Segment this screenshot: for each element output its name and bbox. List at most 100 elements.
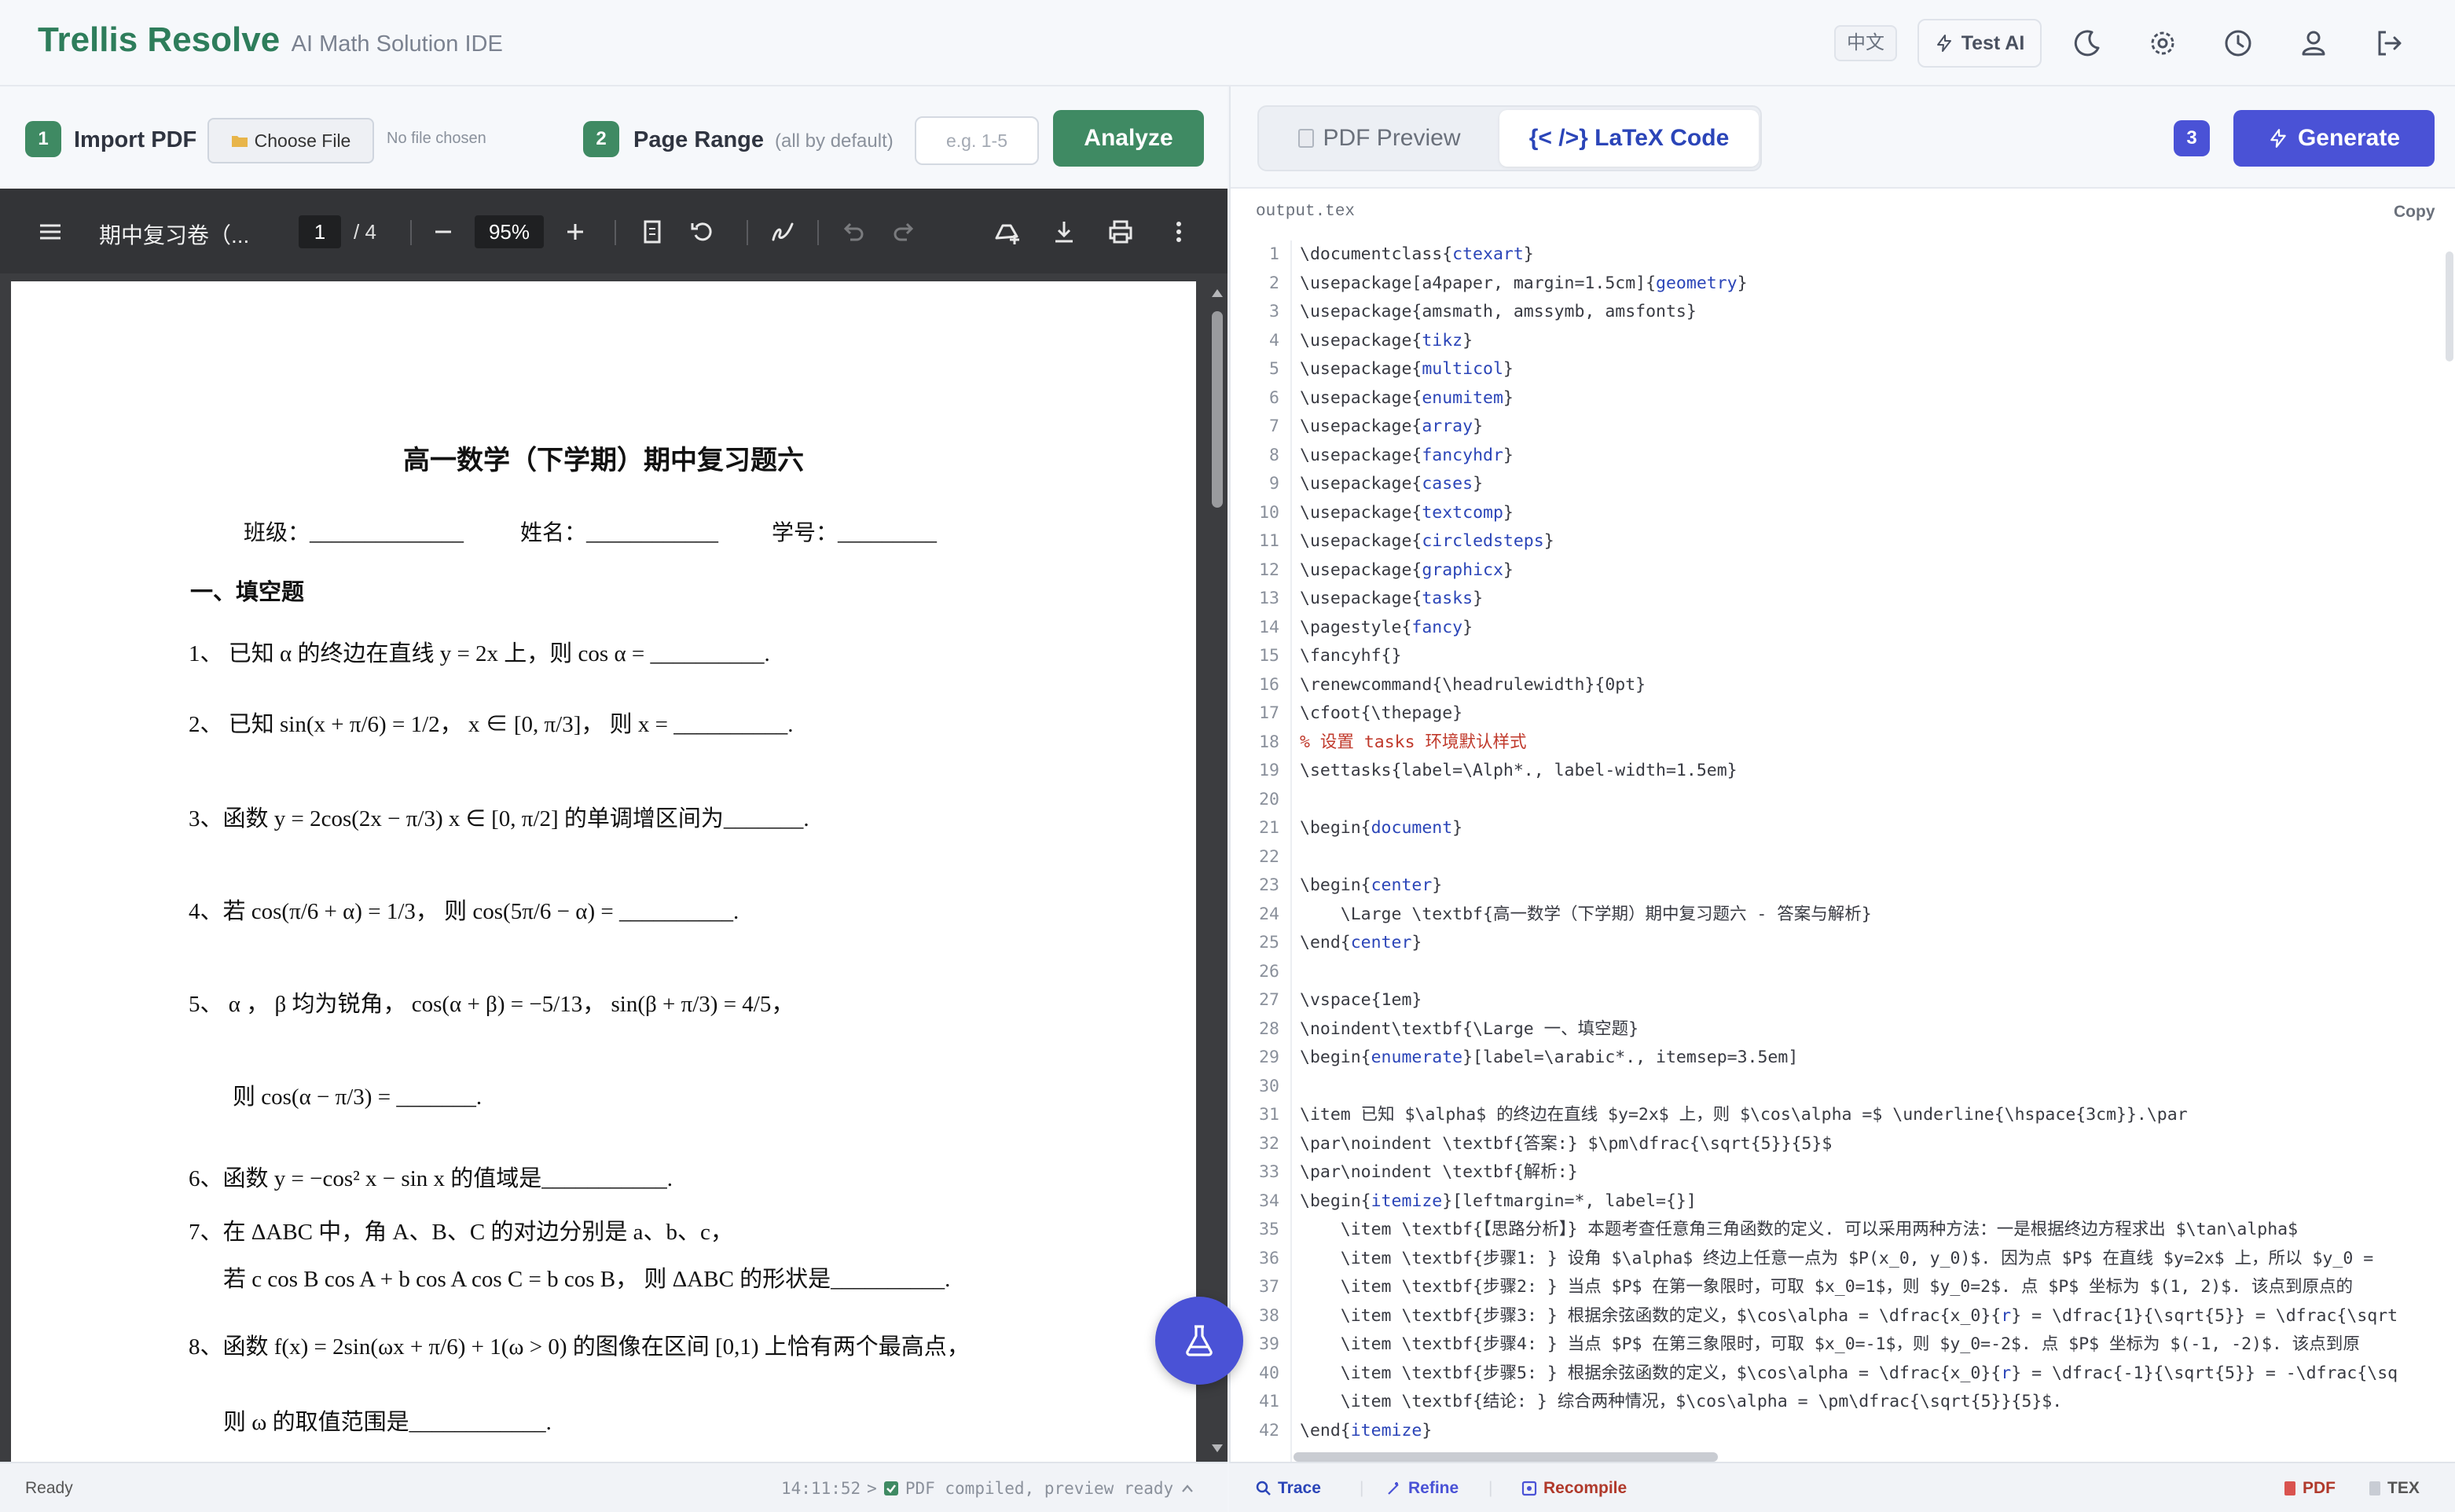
test-ai-button[interactable]: Test AI	[1917, 19, 2042, 68]
logout-icon[interactable]	[2372, 26, 2406, 61]
question-8: 8、函数 f(x) = 2sin(ωx + π/6) + 1(ω > 0) 的图…	[189, 1334, 970, 1360]
code-text: \end{itemize}	[1300, 1420, 1433, 1440]
code-line: 5 \usepackage{multicol}	[1231, 355, 2455, 384]
line-number: 16	[1259, 674, 1279, 695]
tex-link[interactable]: TEX	[2369, 1479, 2420, 1498]
code-text: \settasks{label=\Alph*., label-width=1.5…	[1300, 761, 1738, 780]
code-line: 13 \usepackage{tasks}	[1231, 585, 2455, 614]
tab-pdf-preview[interactable]: PDF Preview	[1262, 110, 1496, 167]
line-number: 24	[1259, 904, 1279, 924]
tab-latex-code[interactable]: {< />} LaTeX Code	[1499, 110, 1759, 167]
code-line: 33 \par\noindent \textbf{解析:}	[1231, 1158, 2455, 1187]
code-text: \usepackage{tikz}	[1300, 330, 1473, 350]
section-heading: 一、填空题	[190, 580, 305, 605]
code-text: \begin{enumerate}[label=\arabic*., items…	[1300, 1048, 1799, 1067]
code-text: \noindent\textbf{\Large 一、填空题}	[1300, 1018, 1639, 1039]
code-text: \usepackage{array}	[1300, 417, 1484, 436]
folder-icon	[231, 136, 248, 147]
code-line: 7 \usepackage{array}	[1231, 413, 2455, 442]
code-line: 24 \Large \textbf{高一数学（下学期）期中复习题六 - 答案与解…	[1231, 901, 2455, 930]
zoom-level[interactable]: 95%	[475, 215, 544, 248]
pdf-scrollbar[interactable]	[1207, 281, 1228, 1462]
wand-icon	[1388, 1482, 1399, 1495]
code-text: \cfoot{\thepage}	[1300, 703, 1463, 723]
history-icon[interactable]	[2221, 26, 2255, 61]
generate-button[interactable]: Generate	[2233, 110, 2435, 167]
app-name: Trellis Resolve	[38, 20, 281, 59]
recompile-button[interactable]: Recompile	[1521, 1479, 1627, 1498]
users-icon[interactable]	[2296, 26, 2331, 61]
zoom-out-icon[interactable]	[429, 218, 457, 246]
page-number-input[interactable]: 1	[299, 215, 341, 248]
gear-icon[interactable]	[2145, 26, 2180, 61]
draw-icon[interactable]	[769, 218, 797, 246]
code-text: \usepackage{cases}	[1300, 474, 1484, 494]
fit-page-icon[interactable]	[638, 218, 666, 246]
code-text: \item \textbf{步骤5: } 根据余弦函数的定义，$\cos\alp…	[1300, 1363, 2398, 1383]
line-number: 17	[1259, 703, 1279, 723]
toolbar-divider	[410, 220, 412, 245]
copy-button[interactable]: Copy	[2394, 203, 2435, 222]
code-line: 29 \begin{enumerate}[label=\arabic*., ite…	[1231, 1044, 2455, 1073]
line-number: 20	[1259, 789, 1279, 809]
page-range-input[interactable]: e.g. 1-5	[915, 116, 1039, 165]
question-3: 3、函数 y = 2cos(2x − π/3) x ∈ [0, π/2] 的单调…	[189, 806, 809, 831]
scrollbar-thumb[interactable]	[1212, 311, 1223, 508]
zoom-in-icon[interactable]	[561, 218, 589, 246]
code-line: 3 \usepackage{amsmath, amssymb, amsfonts}	[1231, 298, 2455, 327]
line-number: 15	[1259, 646, 1279, 666]
line-number: 32	[1259, 1133, 1279, 1154]
code-text: \item \textbf{结论: } 综合两种情况，$\cos\alpha =…	[1300, 1392, 2063, 1411]
choose-file-button[interactable]: Choose File	[207, 118, 374, 163]
tex-link-label: TEX	[2387, 1479, 2420, 1497]
moon-icon[interactable]	[2070, 26, 2105, 61]
line-number: 22	[1259, 846, 1279, 867]
scroll-up-icon[interactable]	[1211, 288, 1224, 299]
status-message: PDF compiled, preview ready	[905, 1479, 1174, 1498]
analyze-button[interactable]: Analyze	[1053, 110, 1204, 167]
print-icon[interactable]	[1106, 218, 1135, 246]
code-line: 32 \par\noindent \textbf{答案:} $\pm\dfrac{…	[1231, 1130, 2455, 1159]
line-number: 27	[1259, 990, 1279, 1010]
output-filename: output.tex	[1256, 203, 1356, 221]
code-vertical-scrollbar[interactable]	[2446, 251, 2453, 361]
undo-icon[interactable]	[839, 218, 868, 246]
refine-button[interactable]: Refine	[1386, 1479, 1459, 1498]
code-line: 20	[1231, 786, 2455, 815]
chevron-up-icon[interactable]	[1180, 1482, 1195, 1495]
code-text: \begin{itemize}[leftmargin=*, label={}]	[1300, 1191, 1697, 1211]
code-line: 10 \usepackage{textcomp}	[1231, 499, 2455, 528]
redo-icon[interactable]	[890, 218, 918, 246]
scroll-down-icon[interactable]	[1211, 1443, 1224, 1454]
code-line: 22	[1231, 843, 2455, 872]
status-divider: |	[1488, 1479, 1493, 1497]
pdf-link[interactable]: PDF	[2284, 1479, 2336, 1498]
language-toggle[interactable]: 中文	[1834, 25, 1897, 61]
line-number: 28	[1259, 1018, 1279, 1039]
code-line: 28 \noindent\textbf{\Large 一、填空题}	[1231, 1015, 2455, 1044]
view-tabs: PDF Preview {< />} LaTeX Code	[1257, 105, 1762, 171]
download-icon[interactable]	[1050, 218, 1078, 246]
code-line: 34 \begin{itemize}[leftmargin=*, label={}…	[1231, 1187, 2455, 1217]
right-status-bar: Trace | Refine | Recompile PDF TEX	[1229, 1462, 2455, 1512]
code-line: 16 \renewcommand{\headrulewidth}{0pt}	[1231, 671, 2455, 700]
lab-assistant-button[interactable]	[1155, 1297, 1243, 1385]
pdf-page: 高一数学（下学期）期中复习题六 班级：______________ 姓名：___…	[11, 281, 1196, 1462]
add-drive-icon[interactable]	[993, 218, 1022, 246]
line-number: 14	[1259, 617, 1279, 637]
more-options-icon[interactable]	[1165, 218, 1193, 246]
code-text: \renewcommand{\headrulewidth}{0pt}	[1300, 674, 1646, 695]
latex-code-editor[interactable]: 1 \documentclass{ctexart} 2 \usepackage[a4p…	[1231, 240, 2455, 1462]
trace-button[interactable]: Trace	[1256, 1479, 1321, 1498]
code-text: \usepackage{graphicx}	[1300, 560, 1514, 580]
code-line: 9 \usepackage{cases}	[1231, 470, 2455, 499]
rotate-icon[interactable]	[688, 218, 717, 246]
menu-icon[interactable]	[36, 218, 64, 246]
checkbox-check-icon	[883, 1481, 898, 1495]
code-horizontal-scrollbar[interactable]	[1294, 1452, 1718, 1462]
code-line: 25 \end{center}	[1231, 929, 2455, 958]
pdf-viewer: 期中复习卷（... 1 / 4 95% 高一数学（下学期）期中复习题六 班级：_…	[0, 189, 1228, 1462]
code-line: 26	[1231, 958, 2455, 987]
line-number: 10	[1259, 502, 1279, 523]
line-number: 31	[1259, 1105, 1279, 1125]
